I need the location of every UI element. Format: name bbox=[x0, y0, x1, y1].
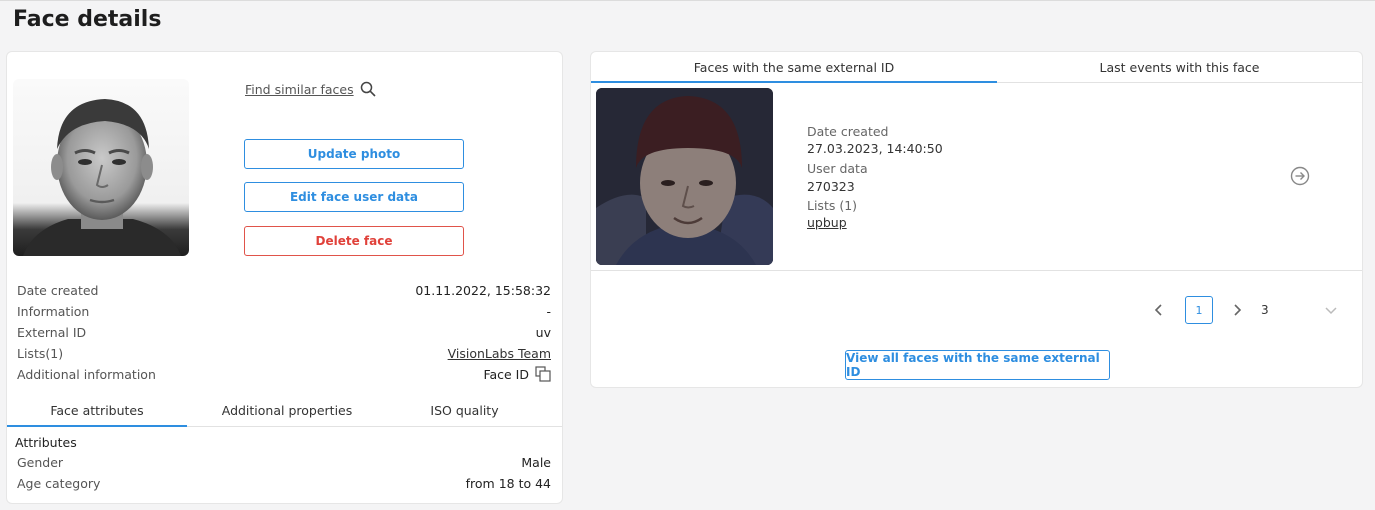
face-photo[interactable] bbox=[13, 79, 189, 256]
user-data-label: User data bbox=[807, 161, 868, 176]
info-label: Information bbox=[17, 303, 90, 319]
tab-iso-quality[interactable]: ISO quality bbox=[387, 394, 542, 426]
face-photo-image bbox=[23, 99, 181, 256]
face-thumbnail-image bbox=[596, 88, 773, 265]
tab-last-events[interactable]: Last events with this face bbox=[997, 52, 1362, 82]
tab-additional-properties[interactable]: Additional properties bbox=[187, 394, 387, 426]
attr-label: Age category bbox=[17, 475, 101, 491]
tab-same-external-id[interactable]: Faces with the same external ID bbox=[591, 52, 997, 83]
date-created-value: 27.03.2023, 14:40:50 bbox=[807, 141, 943, 156]
view-all-faces-button[interactable]: View all faces with the same external ID bbox=[845, 350, 1110, 380]
attributes-heading: Attributes bbox=[15, 435, 77, 450]
attr-row-gender: Gender Male bbox=[17, 452, 551, 472]
info-row-information: Information - bbox=[17, 301, 551, 321]
info-label: Additional information bbox=[17, 366, 156, 382]
info-row-lists: Lists(1) VisionLabs Team bbox=[17, 343, 551, 363]
arrow-right-circle-icon[interactable] bbox=[1290, 166, 1310, 186]
info-value: uv bbox=[535, 324, 551, 340]
attr-value: Male bbox=[521, 454, 551, 470]
info-label: Lists(1) bbox=[17, 345, 64, 361]
attr-row-age-category: Age category from 18 to 44 bbox=[17, 473, 551, 493]
divider bbox=[591, 270, 1362, 271]
same-external-id-card: Faces with the same external ID Last eve… bbox=[590, 51, 1363, 388]
info-row-date-created: Date created 01.11.2022, 15:58:32 bbox=[17, 280, 551, 300]
face-thumbnail[interactable] bbox=[596, 88, 773, 265]
face-info-card: Find similar faces Update photo Edit fac… bbox=[6, 51, 563, 504]
pagination: 1 3 bbox=[1151, 296, 1339, 324]
chevron-down-icon[interactable] bbox=[1323, 302, 1339, 318]
chevron-left-icon[interactable] bbox=[1151, 302, 1167, 318]
info-label: Date created bbox=[17, 282, 99, 298]
list-link[interactable]: upbup bbox=[807, 215, 847, 230]
info-value: 01.11.2022, 15:58:32 bbox=[415, 282, 551, 298]
chevron-right-icon[interactable] bbox=[1229, 302, 1245, 318]
user-data-value: 270323 bbox=[807, 179, 855, 194]
info-row-external-id: External ID uv bbox=[17, 322, 551, 342]
find-similar-label: Find similar faces bbox=[245, 81, 354, 97]
info-label: External ID bbox=[17, 324, 87, 340]
date-created-label: Date created bbox=[807, 124, 889, 139]
face-id-label: Face ID bbox=[483, 366, 529, 382]
page-last[interactable]: 3 bbox=[1261, 303, 1269, 317]
face-id-copy[interactable]: Face ID bbox=[483, 366, 551, 382]
lists-label: Lists (1) bbox=[807, 198, 858, 213]
search-icon bbox=[360, 81, 376, 97]
page-title: Face details bbox=[13, 7, 162, 32]
tab-face-attributes[interactable]: Face attributes bbox=[7, 394, 187, 427]
info-value: - bbox=[546, 303, 551, 319]
info-row-additional-information: Additional information Face ID bbox=[17, 364, 551, 384]
edit-face-user-data-button[interactable]: Edit face user data bbox=[244, 182, 464, 212]
attribute-tabs: Face attributes Additional properties IS… bbox=[7, 394, 562, 427]
attr-value: from 18 to 44 bbox=[465, 475, 551, 491]
copy-icon[interactable] bbox=[535, 366, 551, 382]
list-link[interactable]: VisionLabs Team bbox=[448, 346, 551, 361]
related-faces-tabs: Faces with the same external ID Last eve… bbox=[591, 52, 1362, 83]
update-photo-button[interactable]: Update photo bbox=[244, 139, 464, 169]
find-similar-faces-link[interactable]: Find similar faces bbox=[245, 81, 376, 97]
attr-label: Gender bbox=[17, 454, 64, 470]
delete-face-button[interactable]: Delete face bbox=[244, 226, 464, 256]
page-current[interactable]: 1 bbox=[1185, 296, 1213, 324]
